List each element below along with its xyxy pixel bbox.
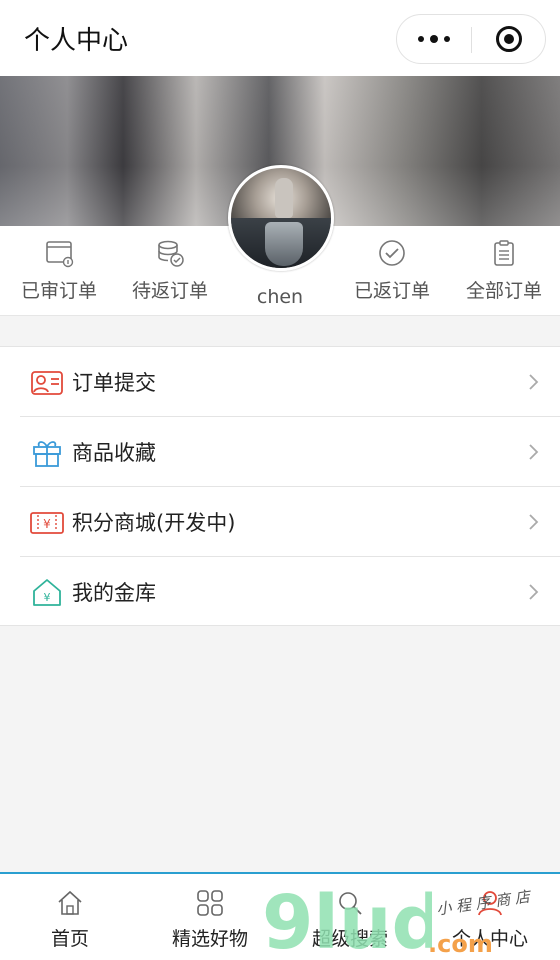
menu-item-label: 我的金库 — [72, 581, 156, 605]
grid-icon — [197, 890, 223, 916]
miniprogram-capsule — [396, 14, 546, 64]
gift-icon — [33, 441, 61, 467]
chevron-right-icon — [529, 444, 539, 460]
close-miniprogram-button[interactable] — [472, 15, 546, 63]
watermark-domain: .com — [428, 930, 493, 958]
tab-featured[interactable]: 精选好物 — [140, 888, 280, 951]
tab-home[interactable]: 首页 — [0, 888, 140, 951]
watermark-logo: 9lud — [262, 884, 432, 956]
menu-item-label: 积分商城(开发中) — [72, 511, 236, 535]
order-returned-label: 已返订单 — [353, 280, 430, 302]
chevron-right-icon — [529, 514, 539, 530]
dot-icon — [418, 36, 424, 42]
tab-label: 首页 — [50, 928, 89, 950]
menu-item-favorites[interactable]: 商品收藏 — [0, 417, 560, 487]
top-navbar: 个人中心 — [0, 0, 560, 76]
watermark-text: 9lud — [262, 884, 432, 956]
order-all-label: 全部订单 — [465, 280, 542, 302]
dot-icon — [430, 35, 438, 43]
user-card-icon — [31, 371, 63, 395]
dot-icon — [444, 36, 450, 42]
svg-text:¥: ¥ — [43, 517, 51, 531]
order-pending-return-label: 待返订单 — [131, 280, 208, 302]
window-info-icon — [46, 241, 74, 268]
ticket-yen-icon: ¥ — [30, 512, 64, 534]
more-options-button[interactable] — [397, 15, 471, 63]
order-approved-label: 已审订单 — [20, 280, 97, 302]
home-icon — [58, 890, 82, 915]
target-icon — [496, 26, 522, 52]
chevron-right-icon — [529, 584, 539, 600]
username: chen — [256, 286, 304, 308]
page-title: 个人中心 — [24, 26, 129, 56]
menu-item-order-submit[interactable]: 订单提交 — [0, 347, 560, 417]
clipboard-icon — [494, 240, 514, 266]
check-circle-icon — [379, 240, 405, 266]
menu-item-label: 商品收藏 — [72, 441, 156, 465]
order-returned-button[interactable]: 已返订单 — [336, 238, 448, 303]
house-yen-icon: ¥ — [33, 579, 61, 606]
menu-item-vault[interactable]: ¥ 我的金库 — [0, 557, 560, 627]
menu-item-label: 订单提交 — [72, 371, 156, 395]
coins-check-icon — [158, 240, 184, 267]
order-approved-button[interactable]: 已审订单 — [3, 238, 115, 303]
avatar[interactable] — [228, 165, 334, 271]
order-all-button[interactable]: 全部订单 — [448, 238, 560, 303]
svg-text:¥: ¥ — [44, 591, 51, 604]
menu-item-points-mall[interactable]: ¥ 积分商城(开发中) — [0, 487, 560, 557]
chevron-right-icon — [529, 374, 539, 390]
menu-list: 订单提交 商品收藏 ¥ 积分商城(开发中) ¥ 我的金库 — [0, 346, 560, 626]
order-pending-return-button[interactable]: 待返订单 — [114, 238, 226, 303]
tab-label: 精选好物 — [171, 928, 248, 950]
